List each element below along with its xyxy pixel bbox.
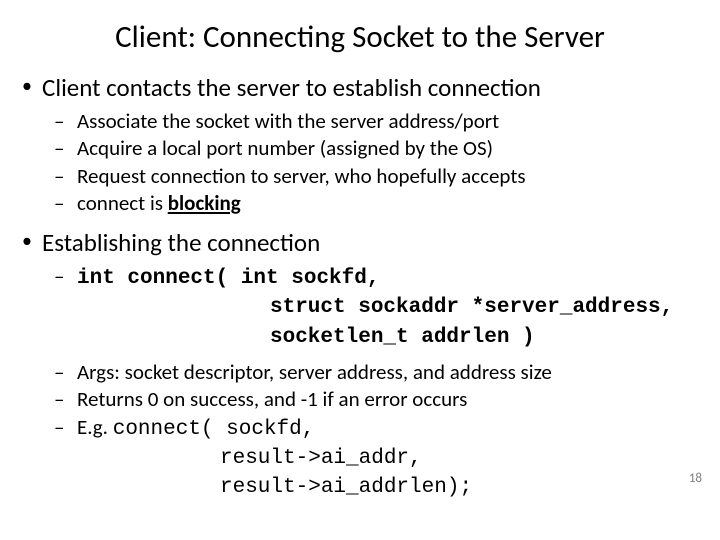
code-example-line: result->ai_addrlen); — [22, 472, 698, 501]
list-item-returns: Returns 0 on success, and -1 if an error… — [22, 386, 698, 413]
list-item: Request connection to server, who hopefu… — [22, 163, 698, 190]
code-signature-line: socketlen_t addrlen ) — [22, 322, 698, 351]
code-example-line: result->ai_addr, — [22, 443, 698, 472]
text-prefix: E.g. — [77, 414, 113, 440]
text-emphasis: blocking — [168, 190, 241, 216]
code-text: struct sockaddr *server_address, — [270, 296, 673, 319]
section-heading-2: Establishing the connection — [22, 227, 698, 258]
code-text: connect( sockfd, — [113, 418, 315, 441]
list-item: Acquire a local port number (assigned by… — [22, 135, 698, 162]
list-item-example: E.g. connect( sockfd, — [22, 414, 698, 443]
section1-items: Associate the socket with the server add… — [22, 108, 698, 217]
code-signature-line: int connect( int sockfd, — [22, 263, 698, 292]
content-list: Client contacts the server to establish … — [22, 72, 698, 502]
code-text: result->ai_addr, — [220, 447, 422, 470]
code-text: result->ai_addrlen); — [220, 476, 472, 499]
code-signature-line: struct sockaddr *server_address, — [22, 292, 698, 321]
section2-items: int connect( int sockfd, struct sockaddr… — [22, 263, 698, 501]
list-item-args: Args: socket descriptor, server address,… — [22, 359, 698, 386]
text-prefix: connect is — [77, 190, 168, 216]
code-text: socketlen_t addrlen ) — [270, 326, 535, 349]
code-text: int connect( int sockfd, — [77, 267, 379, 290]
list-item: connect is blocking — [22, 190, 698, 217]
page-number: 18 — [689, 471, 702, 486]
slide-title: Client: Connecting Socket to the Server — [22, 18, 698, 56]
list-item: Associate the socket with the server add… — [22, 108, 698, 135]
section-heading-1: Client contacts the server to establish … — [22, 72, 698, 103]
